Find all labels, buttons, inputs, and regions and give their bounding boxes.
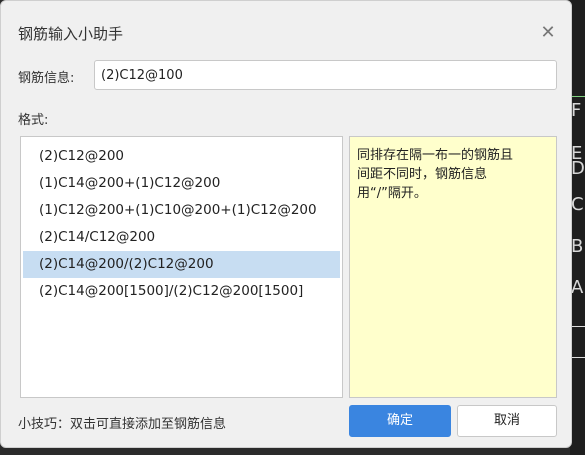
cancel-button[interactable]: 取消: [457, 405, 557, 437]
dialog-title: 钢筋输入小助手: [18, 25, 124, 43]
background-axis-label: F: [571, 100, 582, 121]
background-gridline: [572, 96, 585, 97]
rebar-info-label: 钢筋信息:: [18, 71, 75, 86]
format-list-item[interactable]: (2)C12@200: [23, 143, 340, 170]
background-app-strip: [570, 0, 585, 455]
background-axis-label: D: [571, 158, 585, 179]
rebar-info-input[interactable]: [94, 60, 557, 90]
rebar-input-dialog: 钢筋输入小助手 ✕ 钢筋信息: 格式: (2)C12@200 (1)C14@20…: [0, 0, 572, 448]
format-list-item-selected[interactable]: (2)C14@200/(2)C12@200: [23, 251, 340, 278]
background-axis-label: A: [571, 277, 584, 298]
format-list-item[interactable]: (1)C14@200+(1)C12@200: [23, 170, 340, 197]
format-list-item[interactable]: (1)C12@200+(1)C10@200+(1)C12@200: [23, 197, 340, 224]
format-list-item[interactable]: (2)C14@200[1500]/(2)C12@200[1500]: [23, 278, 340, 305]
close-icon[interactable]: ✕: [539, 24, 557, 42]
format-description: 同排存在隔一布一的钢筋且 间距不同时，钢筋信息 用“/”隔开。: [349, 136, 557, 398]
background-axis-label: B: [571, 236, 584, 257]
tip-text: 小技巧：双击可直接添加至钢筋信息: [18, 417, 227, 432]
ok-button[interactable]: 确定: [349, 405, 451, 437]
format-list-item[interactable]: (2)C14/C12@200: [23, 224, 340, 251]
background-drawing-element: [571, 326, 585, 358]
format-label: 格式:: [18, 113, 49, 128]
background-axis-label: C: [571, 194, 584, 215]
format-list[interactable]: (2)C12@200 (1)C14@200+(1)C12@200 (1)C12@…: [20, 136, 343, 398]
